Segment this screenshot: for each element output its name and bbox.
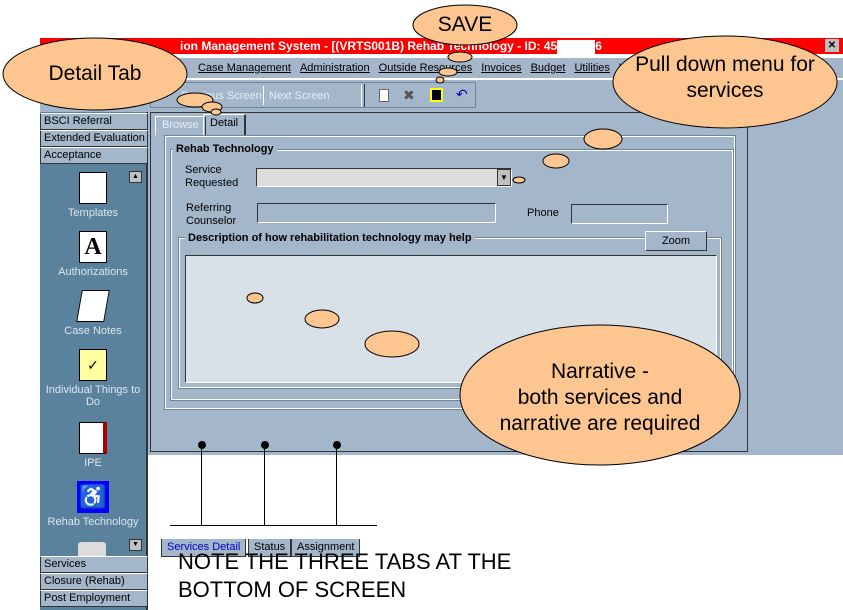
- pointer-line: [201, 445, 202, 525]
- cloud-bubble: [447, 51, 473, 63]
- cloud-bubble: [542, 153, 570, 169]
- cloud-bubble: [364, 330, 420, 358]
- pointer-line: [336, 445, 337, 525]
- pointer-dot: [333, 441, 341, 449]
- text: NOTE THE THREE TABS AT THE: [178, 549, 512, 574]
- note-text: NOTE THE THREE TABS AT THE BOTTOM OF SCRE…: [178, 548, 511, 604]
- pointer-dot: [261, 441, 269, 449]
- text: Narrative -: [550, 360, 650, 383]
- annotation-detail-tab: Detail Tab: [48, 62, 142, 85]
- pointer-line: [170, 525, 377, 526]
- pointer-dot: [198, 441, 206, 449]
- cloud-bubble: [435, 76, 445, 84]
- cloud-bubble: [583, 128, 623, 150]
- annotation-narrative: Narrative - both services and narrative ar…: [470, 359, 730, 437]
- text: both services and: [517, 386, 683, 409]
- text: BOTTOM OF SCREEN: [178, 577, 407, 602]
- cloud-bubble: [246, 292, 264, 304]
- cloud-bubble: [512, 176, 526, 184]
- cloud-bubble: [438, 67, 458, 77]
- cloud-bubble: [304, 309, 340, 329]
- cloud-bubble: [210, 108, 222, 116]
- annotation-pulldown: Pull down menu for services: [635, 53, 815, 102]
- annotation-save: SAVE: [437, 13, 493, 36]
- pointer-line: [264, 445, 265, 525]
- text: narrative are required: [499, 412, 701, 435]
